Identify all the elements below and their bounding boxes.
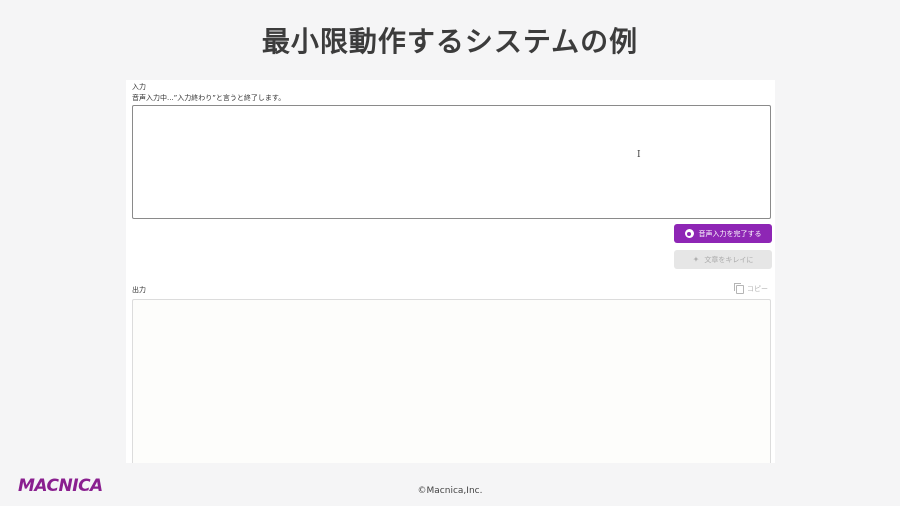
input-textarea[interactable]: I (132, 105, 771, 219)
copy-button[interactable]: コピー (734, 282, 768, 294)
voice-status-text: 音声入力中...”入力終わり”と言うと終了します。 (132, 94, 286, 102)
output-label: 出力 (132, 286, 146, 294)
text-cursor-icon: I (637, 150, 641, 160)
copy-label: コピー (747, 285, 768, 293)
finish-voice-input-label: 音声入力を完了する (698, 229, 762, 238)
finish-voice-input-button[interactable]: 音声入力を完了する (674, 224, 772, 243)
copyright-text: ©Macnica,Inc. (417, 486, 483, 496)
cleanup-text-label: 文章をキレイに (704, 255, 754, 264)
input-label: 入力 (132, 83, 146, 91)
output-textarea[interactable] (132, 299, 771, 463)
copy-icon (734, 282, 744, 294)
sparkle-icon: ✦ (692, 255, 700, 264)
record-icon (684, 229, 694, 238)
app-panel: 入力 音声入力中...”入力終わり”と言うと終了します。 I 音声入力を完了する… (126, 80, 775, 463)
cleanup-text-button[interactable]: ✦ 文章をキレイに (674, 250, 772, 269)
slide-title: 最小限動作するシステムの例 (261, 25, 639, 58)
